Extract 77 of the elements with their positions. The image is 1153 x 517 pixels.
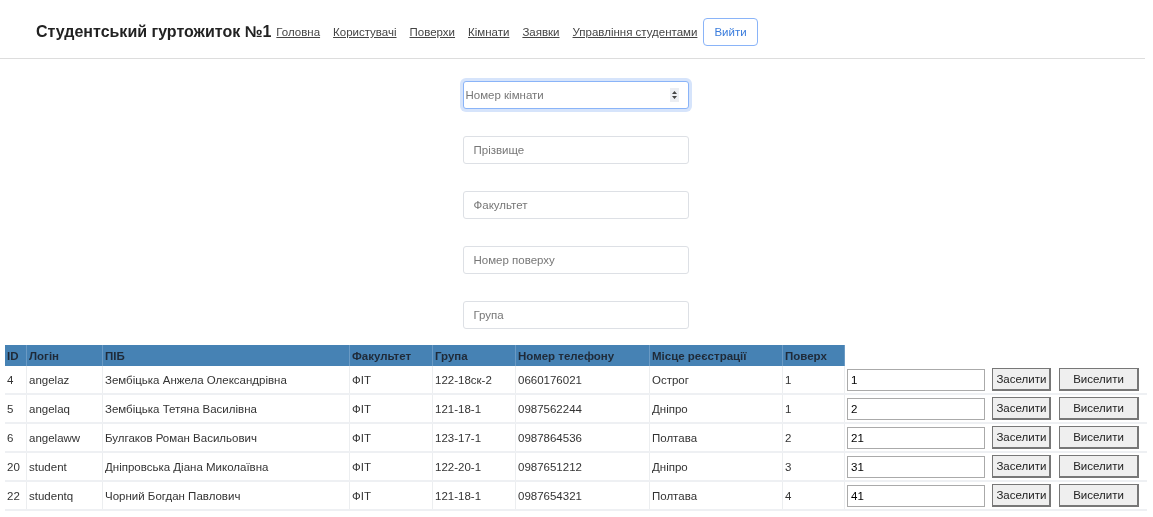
settle-button[interactable]: Заселити <box>992 484 1052 507</box>
table-cell: 0987651212 <box>515 452 650 481</box>
column-header: Поверх <box>782 345 845 366</box>
table-cell: 0660176021 <box>515 366 650 394</box>
room-input[interactable]: 31 <box>847 455 985 478</box>
room-input[interactable]: 21 <box>847 426 985 449</box>
table-cell: 5 <box>5 394 27 423</box>
settle-button[interactable]: Заселити <box>992 368 1052 391</box>
table-cell: 122-18ск-2 <box>432 366 516 394</box>
evict-button[interactable]: Виселити <box>1059 484 1139 507</box>
nav-link[interactable]: Головна <box>276 26 321 38</box>
input-field[interactable]: Номер кімнати <box>462 81 689 109</box>
table-cell: Дніпро <box>649 394 783 423</box>
nav-link[interactable]: Користувачі <box>333 26 397 38</box>
settle-button[interactable]: Заселити <box>992 455 1052 478</box>
table-cell: Зембіцька Тетяна Василівна <box>102 394 350 423</box>
table-cell: student <box>26 452 103 481</box>
table-cell: Булгаков Роман Васильович <box>102 423 350 452</box>
table-cell: ФІТ <box>349 423 433 452</box>
nav-link[interactable]: Кімнати <box>468 26 510 38</box>
table-cell: ФІТ <box>349 366 433 394</box>
table-cell: 0987864536 <box>515 423 650 452</box>
column-header: ID <box>5 345 27 366</box>
table-cell: studentq <box>26 481 103 510</box>
table-cell: 6 <box>5 423 27 452</box>
table-cell: 0987562244 <box>515 394 650 423</box>
input-field[interactable]: Група <box>462 301 689 329</box>
table-cell: angelaww <box>26 423 103 452</box>
table-cell: 1 <box>782 366 845 394</box>
site-title: Студентський гуртожиток №1 <box>36 23 272 41</box>
table-cell: Полтава <box>649 423 783 452</box>
input-field[interactable]: Факультет <box>462 191 689 219</box>
nav-link[interactable]: Управління студентами <box>572 26 698 38</box>
settle-button[interactable]: Заселити <box>992 397 1052 420</box>
column-header: Група <box>432 345 516 366</box>
table-cell: 3 <box>782 452 845 481</box>
column-header: Факультет <box>349 345 433 366</box>
table-cell: Острог <box>649 366 783 394</box>
evict-button[interactable]: Виселити <box>1059 455 1139 478</box>
logout-button[interactable]: Вийти <box>703 18 758 46</box>
input-field[interactable]: Номер поверху <box>462 246 689 274</box>
table-cell: 121-18-1 <box>432 394 516 423</box>
table-cell: 2 <box>782 423 845 452</box>
nav-link[interactable]: Поверхи <box>409 26 456 38</box>
column-header: Місце реєстрації <box>649 345 783 366</box>
settle-button[interactable]: Заселити <box>992 426 1052 449</box>
evict-button[interactable]: Виселити <box>1059 368 1139 391</box>
column-header: Номер телефону <box>515 345 650 366</box>
table-cell: Дніпровська Діана Миколаївна <box>102 452 350 481</box>
table-cell: 4 <box>782 481 845 510</box>
table-cell: 4 <box>5 366 27 394</box>
table-cell: angelaz <box>26 366 103 394</box>
table-cell: 20 <box>5 452 27 481</box>
table-cell: 122-20-1 <box>432 452 516 481</box>
nav-link[interactable]: Заявки <box>522 26 560 38</box>
table-cell: 1 <box>782 394 845 423</box>
input-field[interactable]: Прізвище <box>462 136 689 164</box>
evict-button[interactable]: Виселити <box>1059 397 1139 420</box>
table-cell: Полтава <box>649 481 783 510</box>
table-cell: angelaq <box>26 394 103 423</box>
table-cell: Дніпро <box>649 452 783 481</box>
column-header: ПІБ <box>102 345 350 366</box>
table-cell: 22 <box>5 481 27 510</box>
spinner-icon[interactable] <box>669 88 679 102</box>
room-input[interactable]: 41 <box>847 484 985 507</box>
table-cell: Зембіцька Анжела Олександрівна <box>102 366 350 394</box>
evict-button[interactable]: Виселити <box>1059 426 1139 449</box>
table-cell: ФІТ <box>349 394 433 423</box>
table-cell: 121-18-1 <box>432 481 516 510</box>
room-input[interactable]: 2 <box>847 397 985 420</box>
table-cell: ФІТ <box>349 452 433 481</box>
table-cell: Чорний Богдан Павлович <box>102 481 350 510</box>
column-header: Логін <box>26 345 103 366</box>
table-cell: 0987654321 <box>515 481 650 510</box>
room-input[interactable]: 1 <box>847 368 985 391</box>
table-cell: 123-17-1 <box>432 423 516 452</box>
table-cell: ФІТ <box>349 481 433 510</box>
